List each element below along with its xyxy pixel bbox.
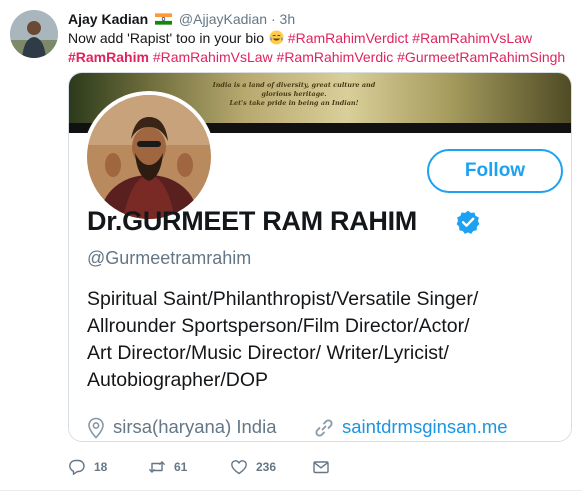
- tweet: Ajay Kadian @AjjayKadian · 3h Now add 'R…: [0, 0, 582, 491]
- reply-count: 18: [94, 460, 108, 474]
- tweet-timestamp[interactable]: 3h: [280, 11, 296, 27]
- embedded-profile-image[interactable]: India is a land of diversity, great cult…: [68, 72, 572, 442]
- tweet-header: Ajay Kadian @AjjayKadian · 3h: [68, 10, 295, 28]
- india-flag-icon: [155, 13, 173, 25]
- bio-line: Art Director/Music Director/ Writer/Lyri…: [87, 342, 449, 364]
- profile-location: sirsa(haryana) India: [113, 416, 277, 437]
- hashtag-link-bold[interactable]: #RamRahim: [68, 49, 149, 65]
- tears-of-joy-emoji-icon: [269, 30, 284, 45]
- link-icon: [315, 419, 333, 437]
- banner-caption-line: glorious heritage.: [261, 90, 327, 98]
- tweet-text-prefix: Now add 'Rapist' too in your bio: [68, 30, 265, 46]
- retweet-button[interactable]: 61: [148, 457, 187, 477]
- verified-badge-icon: [456, 210, 480, 234]
- profile-website-link[interactable]: saintdrmsginsan.me: [342, 416, 508, 438]
- reply-button[interactable]: 18: [68, 457, 107, 477]
- hashtag-link[interactable]: #GurmeetRamRahimSingh: [397, 49, 565, 65]
- like-button[interactable]: 236: [230, 457, 276, 477]
- author-avatar[interactable]: [10, 10, 58, 58]
- separator: ·: [270, 11, 276, 27]
- follow-button[interactable]: Follow: [427, 149, 563, 193]
- banner-caption-line: Let's take pride in being an Indian!: [229, 99, 359, 107]
- hashtag-link[interactable]: #RamRahimVsLaw: [412, 30, 532, 46]
- author-handle[interactable]: @AjjayKadian: [179, 11, 267, 27]
- banner-caption: India is a land of diversity, great cult…: [199, 81, 389, 108]
- hashtag-link[interactable]: #RamRahimVsLaw: [153, 49, 273, 65]
- direct-message-icon: [313, 461, 329, 474]
- banner-caption-line: India is a land of diversity, great cult…: [212, 81, 376, 89]
- direct-message-button[interactable]: [312, 457, 330, 477]
- bio-line: Autobiographer/DOP: [87, 369, 269, 391]
- retweet-icon: [149, 461, 165, 473]
- location-pin-icon: [88, 417, 104, 439]
- tweet-actions: 18 61 236: [68, 457, 572, 477]
- retweet-count: 61: [174, 460, 188, 474]
- profile-name: Dr.GURMEET RAM RAHIM: [87, 206, 417, 236]
- author-name[interactable]: Ajay Kadian: [68, 11, 148, 27]
- like-icon: [231, 460, 247, 475]
- hashtag-link[interactable]: #RamRahimVerdic: [277, 49, 394, 65]
- profile-bio: Spiritual Saint/Philanthropist/Versatile…: [87, 286, 567, 394]
- bio-line: Allrounder Sportsperson/Film Director/Ac…: [87, 315, 470, 337]
- bio-line: Spiritual Saint/Philanthropist/Versatile…: [87, 288, 479, 310]
- like-count: 236: [256, 460, 277, 474]
- tweet-text: Now add 'Rapist' too in your bio #RamRah…: [68, 29, 573, 67]
- hashtag-link[interactable]: #RamRahimVerdict: [288, 30, 409, 46]
- profile-picture: [83, 91, 215, 223]
- profile-handle: @Gurmeetramrahim: [87, 248, 252, 268]
- reply-icon: [69, 459, 85, 475]
